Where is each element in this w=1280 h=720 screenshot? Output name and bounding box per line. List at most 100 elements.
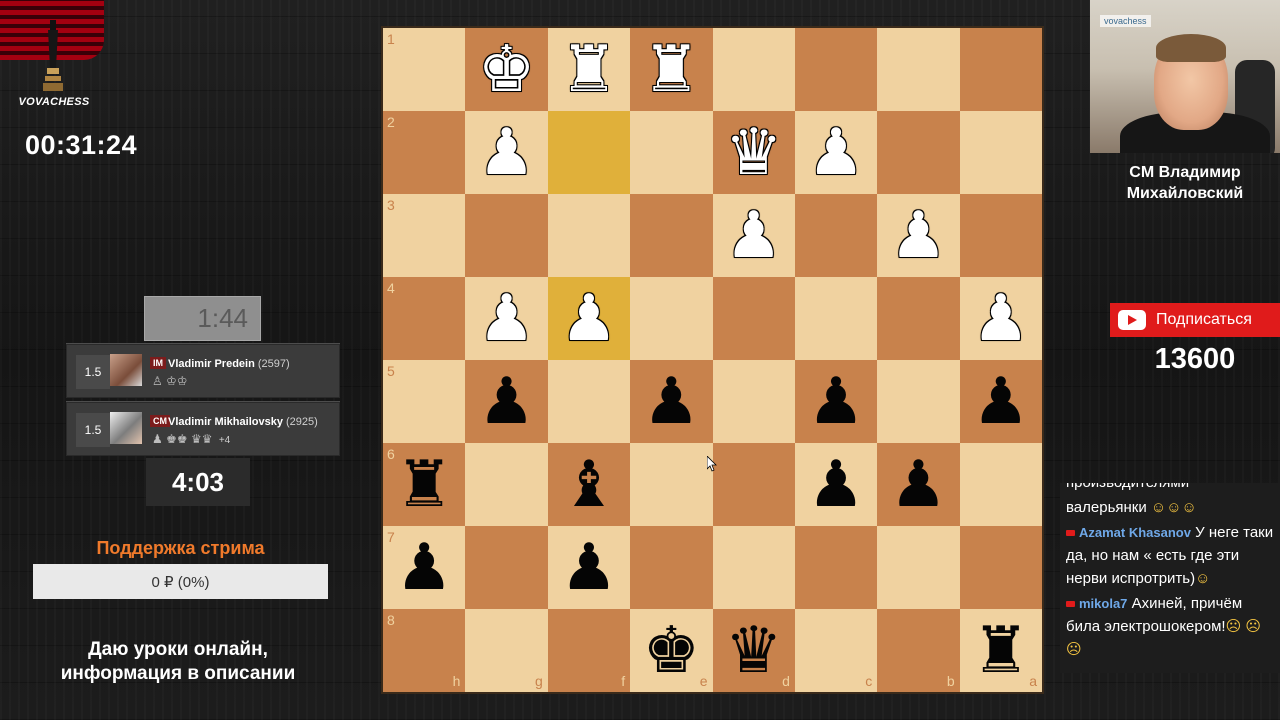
black-pawn-icon[interactable]: ♟	[972, 370, 1029, 434]
square-b4[interactable]	[877, 277, 960, 360]
square-a1[interactable]	[959, 28, 1042, 111]
square-h8[interactable]: 8h	[383, 609, 466, 692]
square-h6[interactable]: 6 ♜	[383, 443, 466, 526]
square-e8[interactable]: e ♚	[630, 609, 713, 692]
square-f3[interactable]	[547, 194, 631, 277]
square-g6[interactable]	[465, 443, 548, 526]
square-b5[interactable]	[877, 360, 960, 443]
chat-author[interactable]: Azamat Khasanov	[1079, 525, 1191, 540]
square-d3[interactable]: ♟	[712, 194, 795, 277]
square-d6[interactable]	[712, 443, 795, 526]
square-b8[interactable]: b	[877, 609, 960, 692]
square-a3[interactable]	[959, 194, 1042, 277]
player-row-top[interactable]: 1.5 IM Vladimir Predein (2597) ♙ ♔♔	[66, 343, 340, 398]
square-a5[interactable]: ♟	[959, 360, 1042, 443]
player-row-bottom[interactable]: 1.5 CM Vladimir Mikhailovsky (2925) ♟ ♚♚…	[66, 401, 340, 456]
square-h1[interactable]: 1	[383, 28, 466, 111]
square-b3[interactable]: ♟	[877, 194, 960, 277]
square-c5[interactable]: ♟	[794, 360, 878, 443]
square-f4[interactable]: ♟	[547, 277, 631, 360]
square-f5[interactable]	[547, 360, 631, 443]
square-b1[interactable]	[877, 28, 960, 111]
streamer-hair	[1156, 34, 1226, 62]
donation-progress-bar[interactable]: 0 ₽ (0%)	[33, 564, 328, 599]
player-name[interactable]: Vladimir Predein (2597)	[168, 358, 290, 370]
black-rook-icon[interactable]: ♜	[396, 453, 453, 517]
square-g1[interactable]: ♚	[465, 28, 548, 111]
black-king-icon[interactable]: ♚	[643, 619, 700, 683]
square-c6[interactable]: ♟	[794, 443, 878, 526]
square-h4[interactable]: 4	[383, 277, 466, 360]
square-d7[interactable]	[712, 526, 795, 609]
white-pawn-icon[interactable]: ♟	[725, 204, 782, 268]
square-d8[interactable]: d ♛	[712, 609, 795, 692]
white-rook-icon[interactable]: ♜	[560, 38, 617, 102]
square-g4[interactable]: ♟	[465, 277, 548, 360]
square-c4[interactable]	[794, 277, 878, 360]
white-pawn-icon[interactable]: ♟	[807, 121, 864, 185]
chess-board[interactable]: 1 ♚ ♜ ♜ 2 ♟ ♛ ♟ 3 ♟ ♟ 4 ♟ ♟ ♟ 5 ♟ ♟ ♟ ♟ 6 ♜ ♝ ♟ ♟ 7 ♟ ♟ 8 h g f e ♚ d ♛ c b a ♜	[383, 28, 1042, 692]
square-d1[interactable]	[712, 28, 795, 111]
square-f8[interactable]: f	[547, 609, 631, 692]
square-g2[interactable]: ♟	[465, 111, 548, 194]
square-e3[interactable]	[630, 194, 713, 277]
square-h7[interactable]: 7 ♟	[383, 526, 466, 609]
square-h2[interactable]: 2	[383, 111, 466, 194]
square-c2[interactable]: ♟	[794, 111, 878, 194]
square-d5[interactable]	[712, 360, 795, 443]
white-pawn-icon[interactable]: ♟	[890, 204, 947, 268]
square-a7[interactable]	[959, 526, 1042, 609]
black-queen-icon[interactable]: ♛	[725, 619, 782, 683]
square-d2[interactable]: ♛	[712, 111, 795, 194]
square-e2[interactable]	[630, 111, 713, 194]
white-pawn-icon[interactable]: ♟	[478, 121, 535, 185]
white-pawn-icon[interactable]: ♟	[560, 287, 617, 351]
square-b6[interactable]: ♟	[877, 443, 960, 526]
square-c8[interactable]: c	[794, 609, 878, 692]
rank-label: 1	[387, 31, 395, 47]
black-pawn-icon[interactable]: ♟	[560, 536, 617, 600]
black-pawn-icon[interactable]: ♟	[807, 370, 864, 434]
square-f6[interactable]: ♝	[547, 443, 631, 526]
square-c1[interactable]	[794, 28, 878, 111]
white-pawn-icon[interactable]: ♟	[972, 287, 1029, 351]
white-pawn-icon[interactable]: ♟	[478, 287, 535, 351]
square-e6[interactable]	[630, 443, 713, 526]
square-d4[interactable]	[712, 277, 795, 360]
black-pawn-icon[interactable]: ♟	[643, 370, 700, 434]
black-pawn-icon[interactable]: ♟	[807, 453, 864, 517]
square-g8[interactable]: g	[465, 609, 548, 692]
square-h3[interactable]: 3	[383, 194, 466, 277]
black-rook-icon[interactable]: ♜	[972, 619, 1029, 683]
square-b7[interactable]	[877, 526, 960, 609]
square-e4[interactable]	[630, 277, 713, 360]
square-g5[interactable]: ♟	[465, 360, 548, 443]
live-chat[interactable]: производителями валерьянки ☺☺☺ Azamat Kh…	[1060, 483, 1280, 673]
square-f7[interactable]: ♟	[547, 526, 631, 609]
white-queen-icon[interactable]: ♛	[725, 121, 782, 185]
square-a6[interactable]	[959, 443, 1042, 526]
square-e7[interactable]	[630, 526, 713, 609]
square-e1[interactable]: ♜	[630, 28, 713, 111]
square-f1[interactable]: ♜	[547, 28, 631, 111]
player-name[interactable]: Vladimir Mikhailovsky (2925)	[168, 416, 318, 428]
square-a8[interactable]: a ♜	[959, 609, 1042, 692]
black-pawn-icon[interactable]: ♟	[396, 536, 453, 600]
square-h5[interactable]: 5	[383, 360, 466, 443]
square-f2[interactable]	[547, 111, 631, 194]
chat-author[interactable]: mikola7	[1079, 596, 1127, 611]
square-g3[interactable]	[465, 194, 548, 277]
black-bishop-icon[interactable]: ♝	[560, 453, 617, 517]
white-king-icon[interactable]: ♚	[478, 38, 535, 102]
square-e5[interactable]: ♟	[630, 360, 713, 443]
square-c7[interactable]	[794, 526, 878, 609]
black-pawn-icon[interactable]: ♟	[478, 370, 535, 434]
square-a4[interactable]: ♟	[959, 277, 1042, 360]
square-g7[interactable]	[465, 526, 548, 609]
square-b2[interactable]	[877, 111, 960, 194]
square-a2[interactable]	[959, 111, 1042, 194]
subscribe-button[interactable]: Подписаться	[1110, 303, 1280, 337]
black-pawn-icon[interactable]: ♟	[890, 453, 947, 517]
square-c3[interactable]	[794, 194, 878, 277]
white-rook-icon[interactable]: ♜	[643, 38, 700, 102]
